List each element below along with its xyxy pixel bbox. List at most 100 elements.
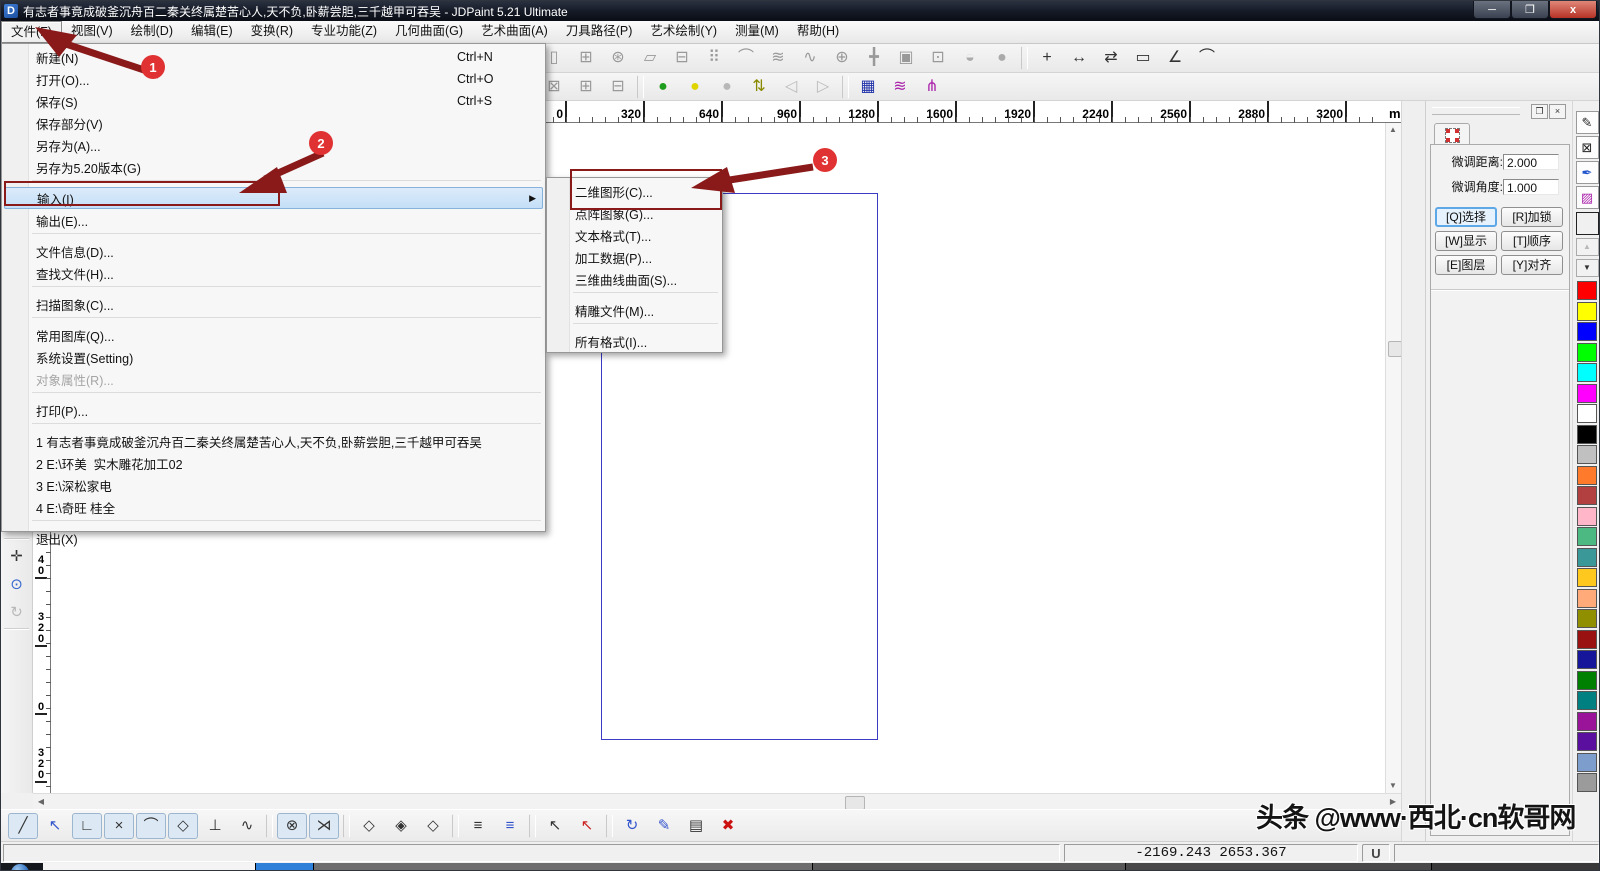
menubar-item[interactable]: 艺术曲面(A) xyxy=(472,21,557,43)
field-input[interactable]: 1.000 xyxy=(1503,179,1559,195)
file-menu-item[interactable]: 1 有志者事竟成破釜沉舟百二秦关终属楚苦心人,天不负,卧薪尝胆,三千越甲可吞吴 xyxy=(2,430,545,452)
snap-intersection-icon[interactable]: × xyxy=(104,813,134,839)
toolbar-button[interactable] xyxy=(1021,46,1028,70)
color-swatch[interactable] xyxy=(1577,322,1597,341)
rotate-copy-icon[interactable]: ⊛ xyxy=(603,45,633,71)
snap-corner-icon[interactable]: ∟ xyxy=(72,813,102,839)
scroll-right-icon[interactable]: ▶ xyxy=(1386,795,1400,808)
prev-view-icon[interactable]: ◁ xyxy=(776,74,806,100)
submenu-item[interactable] xyxy=(573,292,718,297)
taskbar-item[interactable] xyxy=(256,863,314,871)
menubar-item[interactable]: 帮助(H) xyxy=(788,21,848,43)
snap-tangent-icon[interactable]: ∿ xyxy=(232,813,262,839)
next-view-icon[interactable]: ▷ xyxy=(808,74,838,100)
shield-icon[interactable]: ● xyxy=(987,45,1017,71)
delete-icon[interactable]: ✖ xyxy=(713,813,743,839)
list-icon[interactable]: ▤ xyxy=(681,813,711,839)
palette-down-icon[interactable]: ▼ xyxy=(1576,259,1599,277)
pencil-icon[interactable]: ✎ xyxy=(1576,111,1599,134)
file-menu-item[interactable] xyxy=(32,180,541,185)
file-menu-item[interactable]: 输入(I) ▶ xyxy=(4,187,543,209)
file-menu-item[interactable]: 打印(P)... xyxy=(2,399,545,421)
menubar-item[interactable]: 变换(R) xyxy=(242,21,302,43)
submenu-item[interactable]: 点阵图象(G)... xyxy=(547,202,722,224)
plane-center-icon[interactable]: ◇ xyxy=(418,813,448,839)
file-menu-item[interactable]: 4 E:\奇旺 桂全 xyxy=(2,496,545,518)
color-swatch[interactable] xyxy=(1577,630,1597,649)
panel-mode-button[interactable]: [E]图层 xyxy=(1435,255,1497,275)
file-menu-item[interactable]: 打开(O)... Ctrl+O xyxy=(2,68,545,90)
swap-visibility-icon[interactable]: ⇅ xyxy=(744,74,774,100)
file-menu-item[interactable]: 新建(N) Ctrl+N xyxy=(2,46,545,68)
file-menu-item[interactable]: 保存(S) Ctrl+S xyxy=(2,90,545,112)
minimize-button[interactable]: ─ xyxy=(1473,1,1511,19)
scroll-down-icon[interactable]: ▼ xyxy=(1386,779,1400,793)
submenu-item[interactable]: 二维图形(C)... xyxy=(547,180,722,202)
submenu-item[interactable]: 精雕文件(M)... xyxy=(547,299,722,321)
construct-icon[interactable]: ╋ xyxy=(859,45,889,71)
menubar-item[interactable]: 刀具路径(P) xyxy=(557,21,642,43)
close-button[interactable]: x xyxy=(1549,1,1597,19)
snap-pick-icon[interactable]: ↖ xyxy=(40,813,70,839)
submenu-item[interactable]: 加工数据(P)... xyxy=(547,246,722,268)
file-menu-item[interactable]: 查找文件(H)... xyxy=(2,262,545,284)
horizontal-scrollbar[interactable]: ◀ ▶ xyxy=(33,793,1401,810)
start-orb-icon[interactable] xyxy=(11,864,29,871)
submenu-item[interactable]: 三维曲线曲面(S)... xyxy=(547,268,722,290)
eyedropper-icon[interactable]: ✒ xyxy=(1576,161,1599,184)
zoom-icon[interactable]: ⊙ xyxy=(4,571,30,597)
file-menu-item[interactable] xyxy=(32,286,541,291)
panel-mode-button[interactable]: [Y]对齐 xyxy=(1501,255,1563,275)
taskbar-item[interactable] xyxy=(43,863,256,871)
color-swatch[interactable] xyxy=(1577,773,1597,792)
point-measure-icon[interactable]: + xyxy=(1032,45,1062,71)
panel-mode-button[interactable]: [R]加锁 xyxy=(1501,207,1563,227)
move-layer-icon[interactable]: ⊟ xyxy=(603,74,633,100)
color-swatch[interactable] xyxy=(1577,753,1597,772)
spline-icon[interactable]: ∿ xyxy=(795,45,825,71)
horizontal-scroll-thumb[interactable] xyxy=(845,796,865,810)
file-menu-item[interactable]: 常用图库(Q)... xyxy=(2,324,545,346)
menubar-item[interactable]: 视图(V) xyxy=(62,21,122,43)
snap-endpoint-icon[interactable]: ╱ xyxy=(8,813,38,839)
plane-xy-icon[interactable]: ◇ xyxy=(354,813,384,839)
file-menu-item[interactable] xyxy=(32,233,541,238)
pattern-fill-icon[interactable]: ▨ xyxy=(1576,186,1599,209)
current-color-swatch[interactable] xyxy=(1576,212,1599,235)
color-swatch[interactable] xyxy=(1577,732,1597,751)
color-swatch[interactable] xyxy=(1577,466,1597,485)
snap-button[interactable] xyxy=(529,814,536,838)
file-menu-item[interactable]: 另存为(A)... xyxy=(2,134,545,156)
file-menu-item[interactable]: 2 E:\环美 实木雕花加工02 xyxy=(2,452,545,474)
taskbar-item[interactable] xyxy=(314,863,813,871)
taskbar-item[interactable] xyxy=(813,863,1126,871)
snap-button[interactable] xyxy=(452,814,459,838)
file-menu-item[interactable]: 保存部分(V) xyxy=(2,112,545,134)
unit-button[interactable]: U xyxy=(1362,844,1390,862)
mirror-icon[interactable]: ◒ xyxy=(955,45,985,71)
submenu-item[interactable]: 文本格式(T)... xyxy=(547,224,722,246)
ungroup-icon[interactable]: ⊡ xyxy=(923,45,953,71)
color-swatch[interactable] xyxy=(1577,445,1597,464)
plane-multi-icon[interactable]: ◈ xyxy=(386,813,416,839)
file-menu-item[interactable] xyxy=(32,520,541,525)
layer-current-icon[interactable]: ≡ xyxy=(463,813,493,839)
show-all-bulb-icon[interactable]: ● xyxy=(648,74,678,100)
layer-pick-icon[interactable]: ≡ xyxy=(495,813,525,839)
snap-button[interactable] xyxy=(266,814,273,838)
menubar-item[interactable]: 测量(M) xyxy=(726,21,788,43)
taskbar-item[interactable] xyxy=(1432,863,1600,871)
menubar-item[interactable]: 绘制(D) xyxy=(122,21,182,43)
color-swatch[interactable] xyxy=(1577,343,1597,362)
color-swatch[interactable] xyxy=(1577,589,1597,608)
scroll-up-icon[interactable]: ▲ xyxy=(1386,123,1400,137)
color-swatch[interactable] xyxy=(1577,527,1597,546)
toolpath-display-icon[interactable]: ≋ xyxy=(885,74,915,100)
file-menu-item[interactable]: 系统设置(Setting) xyxy=(2,346,545,368)
panel-close-button[interactable]: × xyxy=(1549,104,1566,119)
file-menu-item[interactable] xyxy=(32,392,541,397)
color-swatch[interactable] xyxy=(1577,548,1597,567)
panel-mode-button[interactable]: [T]顺序 xyxy=(1501,231,1563,251)
rect-measure-icon[interactable]: ▭ xyxy=(1128,45,1158,71)
angle-measure-icon[interactable]: ∠ xyxy=(1160,45,1190,71)
